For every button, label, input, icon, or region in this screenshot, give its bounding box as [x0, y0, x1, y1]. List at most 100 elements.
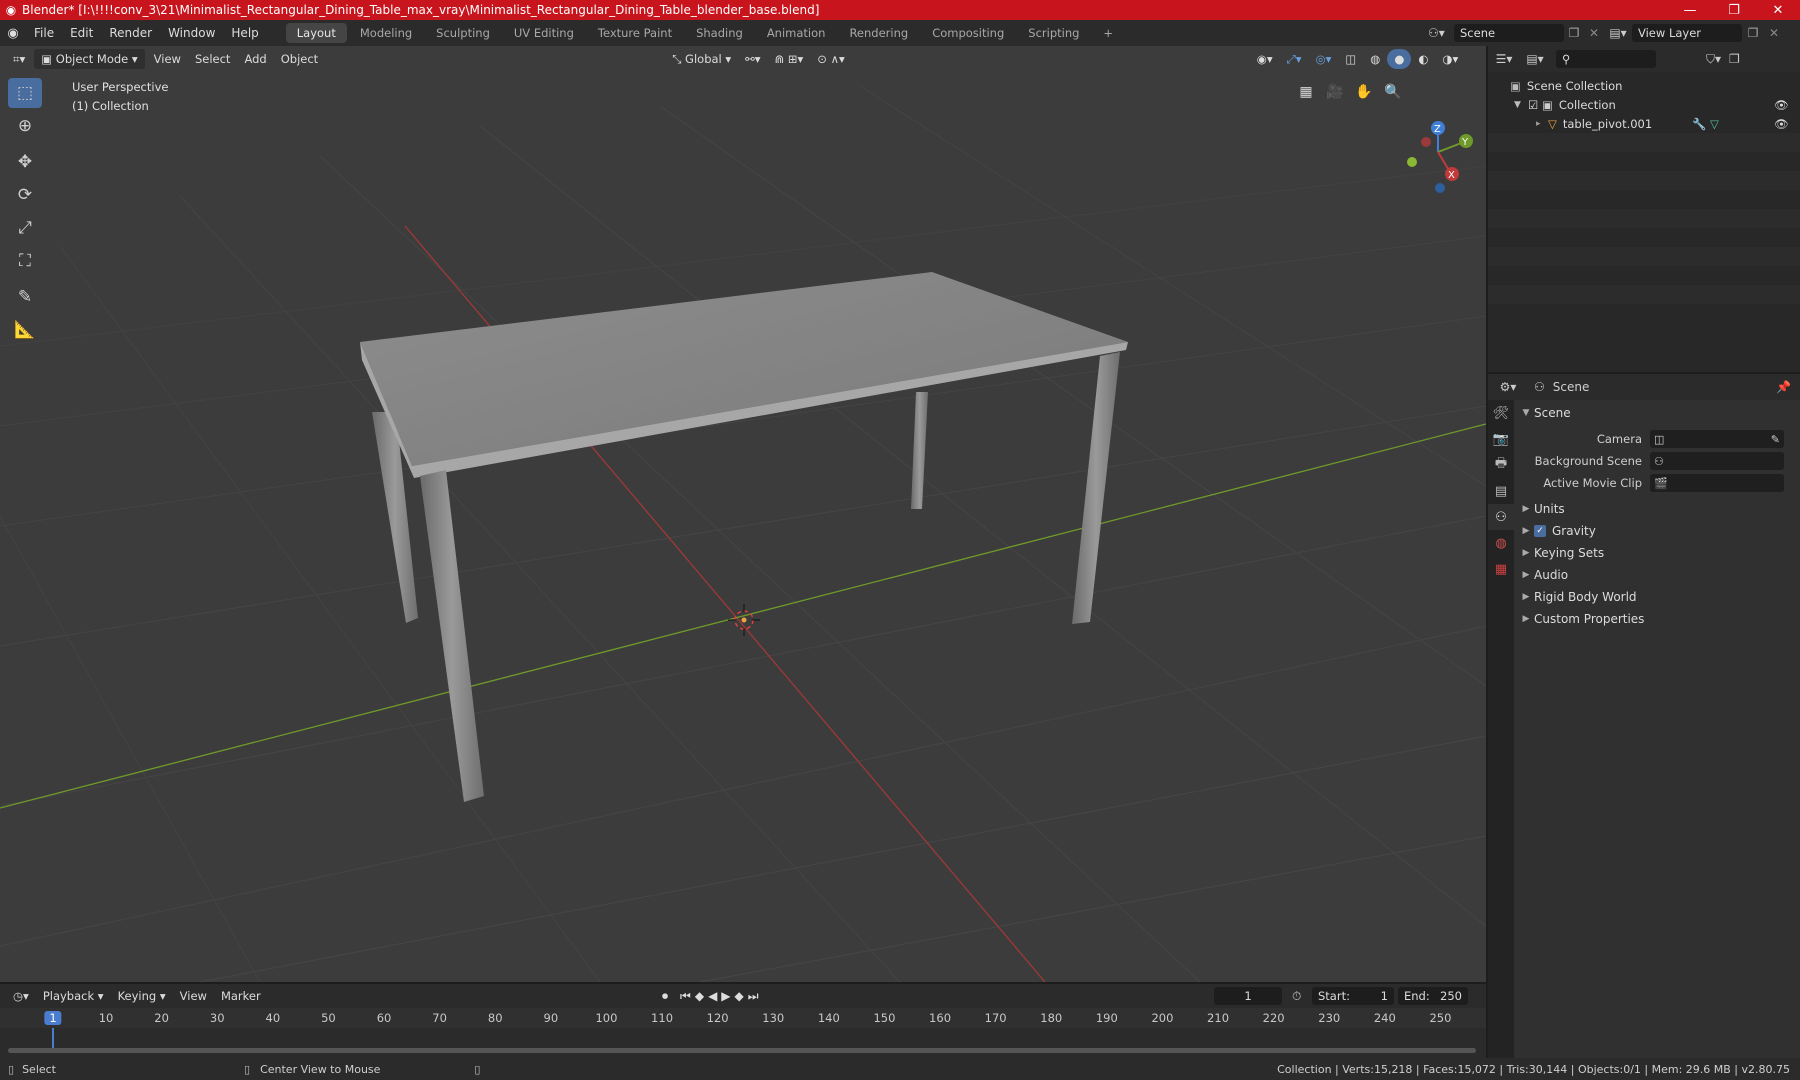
tab-texture-icon[interactable]: ▦ — [1488, 556, 1514, 582]
rotate-tool[interactable]: ⟳ — [8, 180, 42, 210]
material-shading-icon[interactable]: ◐ — [1411, 49, 1435, 69]
viewport-canvas[interactable] — [0, 46, 1486, 982]
playback-menu[interactable]: Playback ▾ — [36, 986, 111, 1006]
scene-panel-header[interactable]: ▼ Scene — [1518, 402, 1798, 424]
gizmo-toggle-icon[interactable]: ⤢▾ — [1280, 49, 1309, 69]
view-layer-field[interactable]: View Layer — [1632, 24, 1742, 42]
clock-icon[interactable]: ⏱ — [1292, 989, 1301, 1004]
solid-shading-icon[interactable]: ● — [1387, 49, 1412, 69]
collection-checkbox[interactable]: ☑ — [1528, 98, 1542, 112]
proportional-edit-icon[interactable]: ⊙ ∧▾ — [810, 49, 851, 69]
tab-texture-paint[interactable]: Texture Paint — [587, 23, 683, 43]
close-button[interactable]: ✕ — [1756, 3, 1800, 18]
timeline-view-menu[interactable]: View — [173, 986, 214, 1006]
audio-panel-header[interactable]: ▶ Audio — [1518, 564, 1798, 586]
3d-viewport[interactable]: Z Y X ⌗▾ ▣ Object Mode ▾ View Select Add… — [0, 46, 1486, 982]
tab-shading[interactable]: Shading — [685, 23, 754, 43]
tab-render-icon[interactable]: 📷 — [1488, 426, 1514, 452]
object-visibility-icon[interactable]: 👁 — [1774, 117, 1800, 131]
mesh-data-icon[interactable]: ▽ — [1710, 117, 1774, 131]
tab-rendering[interactable]: Rendering — [838, 23, 919, 43]
annotate-tool[interactable]: ✎ — [8, 282, 42, 312]
outliner-row-scene-collection[interactable]: ▣ Scene Collection — [1488, 76, 1800, 95]
view-layer-icon[interactable]: ▤▾ — [1604, 26, 1632, 40]
timeline-ruler[interactable]: 1 10 20 30 40 50 60 70 80 90 100 110 120 130 140 150 160… — [0, 1008, 1486, 1028]
menu-view[interactable]: View — [147, 49, 188, 69]
rigid-body-world-panel-header[interactable]: ▶ Rigid Body World — [1518, 586, 1798, 608]
new-view-layer-icon[interactable]: ❐ — [1742, 26, 1764, 40]
properties-editor-type-icon[interactable]: ⚙▾ — [1488, 380, 1528, 394]
xray-icon[interactable]: ◫ — [1338, 49, 1363, 69]
measure-tool[interactable]: 📐 — [8, 315, 42, 345]
menu-select[interactable]: Select — [188, 49, 237, 69]
expand-arrow-icon[interactable]: ▼ — [1514, 100, 1528, 110]
camera-view-icon[interactable]: 🎥 — [1323, 80, 1347, 104]
collection-visibility-icon[interactable]: 👁 — [1774, 98, 1800, 112]
tab-view-layer-icon[interactable]: ▤ — [1488, 478, 1514, 504]
tab-sculpting[interactable]: Sculpting — [425, 23, 501, 43]
outliner-search-input[interactable]: ⚲ — [1556, 50, 1656, 68]
new-scene-icon[interactable]: ❐ — [1564, 26, 1584, 40]
marker-menu[interactable]: Marker — [214, 986, 268, 1006]
end-frame-field[interactable]: End: 250 — [1398, 987, 1468, 1005]
toggle-view-icon[interactable]: ▦ — [1294, 80, 1318, 104]
play-icon[interactable]: ▶ — [721, 989, 730, 1004]
scene-field[interactable]: Scene — [1454, 24, 1564, 42]
tab-tool-icon[interactable]: 🛠 — [1488, 400, 1514, 426]
delete-scene-icon[interactable]: ✕ — [1584, 26, 1604, 40]
menu-object[interactable]: Object — [274, 49, 325, 69]
display-mode-icon[interactable]: ▤▾ — [1520, 52, 1550, 66]
outliner-row-object[interactable]: ▸ ▽ table_pivot.001 🔧 ▽ 👁 — [1488, 114, 1800, 133]
pivot-icon[interactable]: ⚯▾ — [738, 49, 767, 69]
scene-icon[interactable]: ⚇▾ — [1428, 26, 1454, 40]
minimize-button[interactable]: — — [1668, 3, 1712, 18]
next-keyframe-icon[interactable]: ◆ — [735, 989, 744, 1004]
tab-compositing[interactable]: Compositing — [921, 23, 1015, 43]
filter-icon[interactable]: ⛉▾ — [1706, 52, 1721, 67]
menu-file[interactable]: File — [26, 20, 62, 46]
prev-keyframe-icon[interactable]: ◆ — [695, 989, 704, 1004]
keying-menu[interactable]: Keying ▾ — [111, 986, 173, 1006]
eyedropper-icon[interactable]: ✎ — [1771, 433, 1784, 446]
timeline-scrollbar[interactable] — [8, 1048, 1476, 1053]
maximize-button[interactable]: ❐ — [1712, 3, 1756, 18]
tab-world-icon[interactable]: ◍ — [1488, 530, 1514, 556]
outliner-row-collection[interactable]: ▼ ☑ ▣ Collection 👁 — [1488, 95, 1800, 114]
record-icon[interactable]: ⏺ — [662, 989, 668, 1004]
expand-arrow-icon[interactable]: ▸ — [1536, 119, 1548, 129]
tab-modeling[interactable]: Modeling — [349, 23, 423, 43]
pan-hand-icon[interactable]: ✋ — [1352, 80, 1376, 104]
pin-icon[interactable]: 📌 — [1776, 380, 1800, 394]
tab-output-icon[interactable]: 🖶 — [1488, 452, 1514, 478]
orientation-dropdown[interactable]: ⤡ Global ▾ — [665, 49, 738, 69]
play-reverse-icon[interactable]: ◀ — [708, 989, 717, 1004]
modifier-icon[interactable]: 🔧 — [1692, 117, 1710, 131]
cursor-tool[interactable]: ⊕ — [8, 111, 42, 141]
outliner-editor-type-icon[interactable]: ☰▾ — [1488, 52, 1520, 66]
timeline-editor-type-icon[interactable]: ◷▾ — [6, 986, 36, 1006]
background-scene-field[interactable]: ⚇ — [1650, 452, 1784, 470]
zoom-icon[interactable]: 🔍 — [1381, 80, 1405, 104]
tab-animation[interactable]: Animation — [756, 23, 837, 43]
visibility-icon[interactable]: ◉▾ — [1250, 49, 1280, 69]
jump-start-icon[interactable]: ⏮ — [680, 989, 691, 1004]
start-frame-field[interactable]: Start: 1 — [1312, 987, 1394, 1005]
gravity-checkbox[interactable]: ✓ — [1534, 525, 1546, 537]
blender-menu-icon[interactable]: ◉ — [0, 26, 26, 41]
current-frame-field[interactable]: 1 — [1214, 987, 1282, 1005]
tab-layout[interactable]: Layout — [285, 23, 347, 43]
move-tool[interactable]: ✥ — [8, 147, 42, 177]
keying-sets-panel-header[interactable]: ▶ Keying Sets — [1518, 542, 1798, 564]
camera-field[interactable]: ◫ ✎ — [1650, 430, 1784, 448]
snap-icon[interactable]: ⋒ ⊞▾ — [768, 49, 811, 69]
menu-window[interactable]: Window — [160, 20, 223, 46]
select-box-tool[interactable]: ⬚ — [8, 78, 42, 108]
tab-uv-editing[interactable]: UV Editing — [503, 23, 585, 43]
add-workspace-button[interactable]: + — [1092, 23, 1124, 43]
new-collection-icon[interactable]: ❐ — [1729, 52, 1740, 66]
editor-type-icon[interactable]: ⌗▾ — [6, 49, 32, 69]
units-panel-header[interactable]: ▶ Units — [1518, 498, 1798, 520]
delete-view-layer-icon[interactable]: ✕ — [1764, 26, 1784, 40]
rendered-shading-icon[interactable]: ◑▾ — [1435, 49, 1465, 69]
jump-end-icon[interactable]: ⏭ — [748, 989, 759, 1004]
